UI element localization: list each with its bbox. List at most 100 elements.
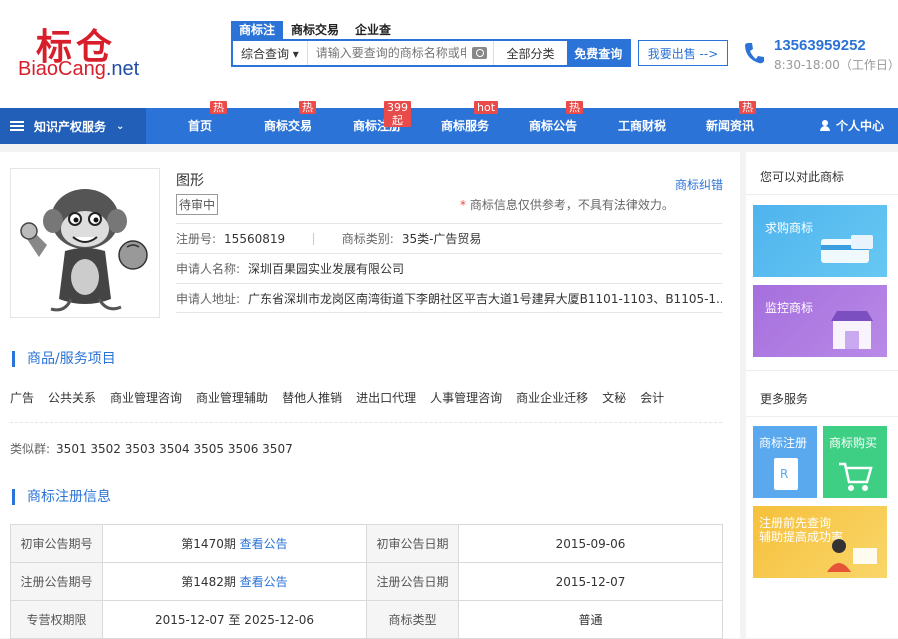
chevron-down-icon: ⌄ [116,120,125,132]
goods-item: 会计 [640,391,665,405]
nav-register[interactable]: 商标注册 399起 [352,101,411,144]
table-key: 初审公告期号 [10,524,103,563]
category-select[interactable]: 全部分类 [492,41,568,65]
nav-tax[interactable]: 工商财税 [617,108,667,144]
search-input[interactable] [307,41,466,65]
table-row: 注册公告期号 第1482期 查看公告 注册公告日期 2015-12-07 [10,562,723,601]
trademark-correction-link[interactable]: 商标纠错 [675,176,723,193]
search-tabs: 商标注 商标交易 企业查 [231,21,399,39]
goods-item: 人事管理咨询 [430,391,503,405]
goods-item: 替他人推销 [282,391,343,405]
purchase-service-card[interactable]: 商标购买 [823,426,887,498]
nav-home[interactable]: 首页 热 [186,101,227,144]
register-service-card[interactable]: 商标注册 R [753,426,817,498]
buy-trademark-label: 求购商标 [765,221,814,235]
table-row: 专营权期限 2015-12-07 至 2025-12-06 商标类型 普通 [10,600,723,639]
info-row-applicant: 申请人名称: 深圳百果园实业发展有限公司 [176,253,722,283]
nav-news-badge: 热 [739,101,756,114]
sidebar-title-more: 更多服务 [760,392,809,406]
divider [746,194,898,195]
trademark-image [10,168,160,318]
search-type-select[interactable]: 综合查询 ▾ [233,41,308,65]
buy-trademark-card[interactable]: 求购商标 [753,205,887,277]
nav-category-menu[interactable]: 知识产权服务 ⌄ [0,108,146,144]
goods-list: 广告 公共关系 商业管理咨询 商业管理辅助 替他人推销 进出口代理 人事管理咨询… [10,389,722,406]
consult-service-card[interactable]: 注册前先查询 辅助提高成功率 [753,506,887,578]
menu-icon [10,121,24,131]
nav-home-badge: 热 [210,101,227,114]
goods-item: 商业管理辅助 [196,391,269,405]
class-value: 35类-广告贸易 [401,232,482,246]
table-value-text: 第1482期 [181,575,236,589]
disclaimer-note: * 商标信息仅供参考，不具有法律效力。 [460,196,674,213]
purchase-service-label: 商标购买 [829,436,878,450]
tab-trademark-trade[interactable]: 商标交易 [283,21,347,39]
phone-hours: 8:30-18:00（工作日） [774,58,898,72]
nav-notice-label: 商标公告 [528,119,577,133]
support-person-icon [827,539,877,572]
monitor-trademark-card[interactable]: 监控商标 [753,285,887,357]
nav-register-badge: 399起 [384,101,411,127]
tab-trademark-register[interactable]: 商标注 [231,21,284,39]
logo-english[interactable]: BiaoCang.net [18,58,139,81]
user-center-link[interactable]: 个人中心 [819,108,884,144]
disclaimer-text: 商标信息仅供参考，不具有法律效力。 [469,198,674,212]
nav-news[interactable]: 新闻资讯 热 [705,101,756,144]
table-row: 初审公告期号 第1470期 查看公告 初审公告日期 2015-09-06 [10,524,723,563]
logo-en-text: BiaoCang [18,58,106,80]
nav-trade[interactable]: 商标交易 热 [263,101,316,144]
camera-icon[interactable] [471,47,487,59]
tab-company-search[interactable]: 企业查 [347,21,399,39]
applicant-label: 申请人名称: [176,262,241,276]
goods-item: 公共关系 [48,391,97,405]
similar-groups: 类似群: 3501 3502 3503 3504 3505 3506 3507 [10,440,293,457]
applicant-value: 深圳百果园实业发展有限公司 [248,262,405,276]
info-row-reg: 注册号: 15560819 商标类别: 35类-广告贸易 [176,223,722,253]
divider [10,422,722,423]
class-label: 商标类别: [341,232,394,246]
registration-section-title: 商标注册信息 [12,489,111,505]
divider [746,370,898,371]
nav-services-label: 商标服务 [440,119,489,133]
table-key: 专营权期限 [10,600,103,639]
table-value: 2015-12-07 [458,562,723,601]
status-badge: 待审中 [176,194,219,215]
nav-services[interactable]: 商标服务 hot [440,101,499,144]
user-center-label: 个人中心 [835,119,884,133]
table-key: 初审公告日期 [366,524,459,563]
table-value: 普通 [458,600,723,639]
address-label: 申请人地址: [176,292,241,306]
goods-item: 文秘 [602,391,627,405]
table-key: 注册公告日期 [366,562,459,601]
similar-value: 3501 3502 3503 3504 3505 3506 3507 [56,442,293,456]
monkey-logo-image [20,189,148,312]
divider [746,416,898,417]
register-service-label: 商标注册 [759,436,808,450]
nav-notice[interactable]: 商标公告 热 [528,101,583,144]
table-key: 注册公告期号 [10,562,103,601]
search-button[interactable]: 免费查询 [567,41,629,65]
goods-item: 商业企业迁移 [516,391,589,405]
nav-services-badge: hot [474,101,499,114]
search-bar: 综合查询 ▾ 全部分类 免费查询 [231,39,631,67]
credit-card-icon [821,235,873,263]
table-value-text: 第1470期 [181,537,236,551]
nav-news-label: 新闻资讯 [705,119,754,133]
consult-line-1: 注册前先查询 [759,516,832,530]
goods-item: 商业管理咨询 [110,391,183,405]
logo-en-suffix: .net [105,58,140,80]
view-notice-link[interactable]: 查看公告 [240,575,288,589]
document-icon: R [774,458,798,490]
sidebar: 您可以对此商标 求购商标 监控商标 更多服务 商标注册 R 商标购买 注册前先查… [746,152,898,638]
table-value: 2015-12-07 至 2025-12-06 [102,600,367,639]
goods-item: 进出口代理 [356,391,417,405]
view-notice-link[interactable]: 查看公告 [240,537,288,551]
sidebar-title-actions: 您可以对此商标 [760,170,845,184]
nav-tax-label: 工商财税 [617,119,666,133]
address-value: 广东省深圳市龙岗区南湾街道下李朗社区平吉大道1号建昇大厦B1101-1103、B… [248,292,722,306]
cart-icon [839,462,873,491]
trademark-detail: 图形 待审中 商标纠错 * 商标信息仅供参考，不具有法律效力。 注册号: 1556… [0,152,740,639]
similar-label: 类似群: [10,442,51,456]
shop-icon [831,311,873,349]
sell-button[interactable]: 我要出售 --> [638,40,728,66]
